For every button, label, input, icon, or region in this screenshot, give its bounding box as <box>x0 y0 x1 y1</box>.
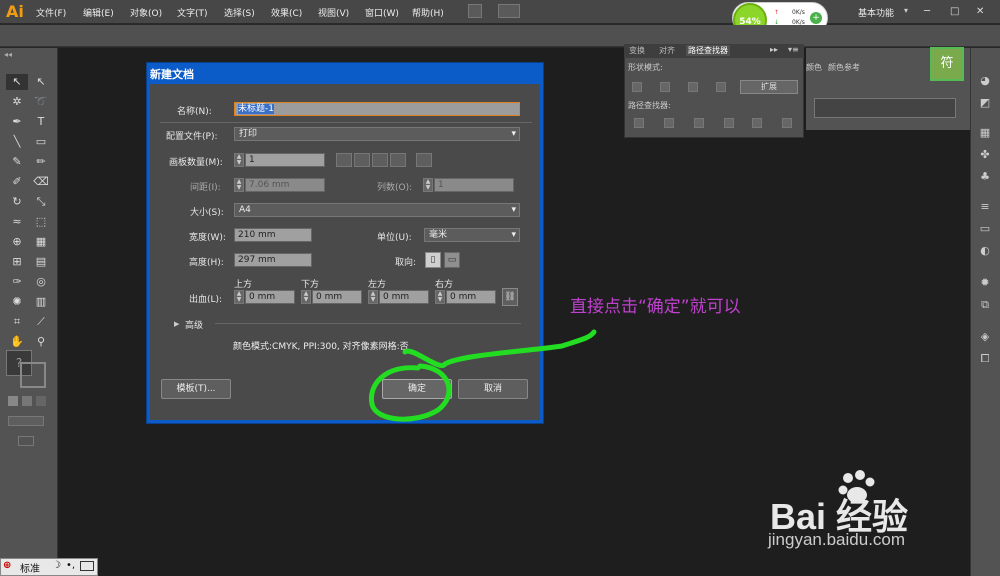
ime-logo-icon[interactable]: ⊕ <box>3 560 11 571</box>
annotation-text: 直接点击“确定”就可以 <box>570 297 741 317</box>
ime-punct-icon[interactable]: •, <box>66 560 75 571</box>
ime-moon-icon[interactable]: ☽ <box>52 560 61 571</box>
ime-mode[interactable]: 标准 <box>20 560 40 575</box>
watermark-url: jingyan.baidu.com <box>768 530 906 549</box>
ime-keyboard-icon[interactable] <box>80 561 94 571</box>
